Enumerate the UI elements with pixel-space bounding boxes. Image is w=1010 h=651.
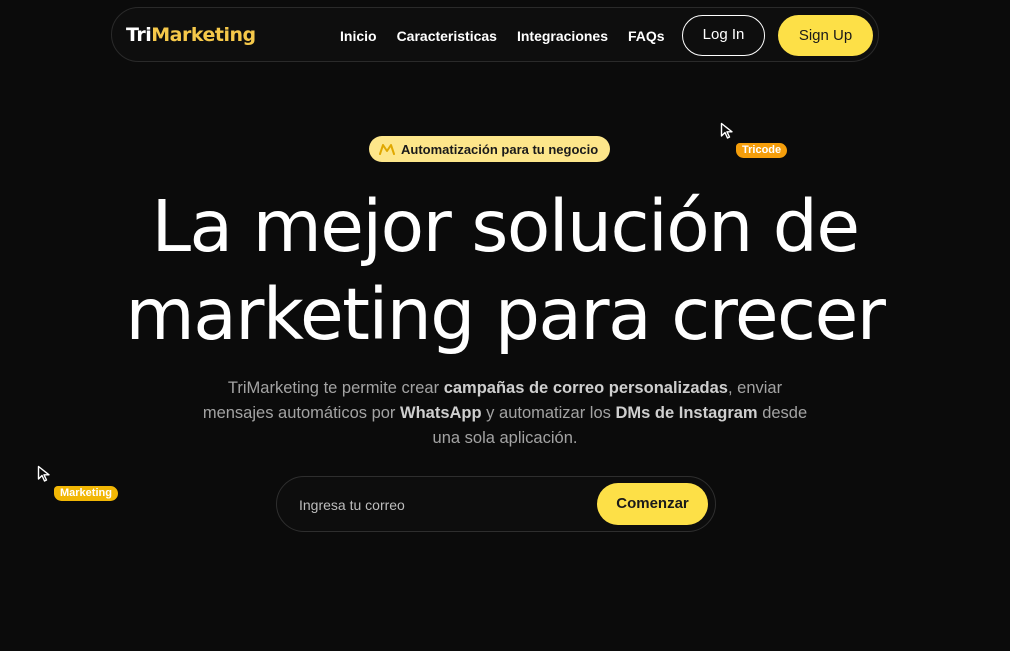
- subtitle-text: y automatizar los: [481, 404, 616, 422]
- nav-link-inicio[interactable]: Inicio: [340, 26, 377, 46]
- hero-badge: Automatización para tu negocio: [369, 136, 611, 162]
- hero-title: La mejor solución de marketing para crec…: [0, 183, 1010, 359]
- nav-link-caracteristicas[interactable]: Caracteristicas: [397, 26, 497, 46]
- megaphone-icon: [379, 144, 395, 155]
- logo-text-tri: Tri: [126, 24, 152, 46]
- nav-links: Inicio Caracteristicas Integraciones FAQ…: [340, 26, 665, 46]
- navbar: TriMarketing Inicio Caracteristicas Inte…: [111, 7, 879, 62]
- subtitle-text: TriMarketing te permite crear: [227, 379, 444, 397]
- logo-text-marketing: Marketing: [151, 24, 256, 46]
- nav-link-integraciones[interactable]: Integraciones: [517, 26, 608, 46]
- signup-button[interactable]: Sign Up: [778, 15, 873, 56]
- subtitle-highlight-campaigns: campañas de correo personalizadas: [443, 379, 728, 397]
- subtitle-highlight-instagram: DMs de Instagram: [615, 404, 758, 422]
- cursor-tag-tricode: Tricode: [736, 143, 788, 158]
- brand-logo[interactable]: TriMarketing: [126, 23, 256, 47]
- nav-link-faqs[interactable]: FAQs: [628, 26, 665, 46]
- cursor-tag-marketing: Marketing: [54, 486, 118, 501]
- hero-subtitle: TriMarketing te permite crear campañas d…: [200, 376, 810, 451]
- login-button[interactable]: Log In: [682, 15, 765, 56]
- email-signup-form: Comenzar: [276, 476, 716, 532]
- email-input[interactable]: [297, 485, 591, 525]
- start-button[interactable]: Comenzar: [597, 483, 708, 525]
- cursor-pointer-icon: [37, 465, 50, 482]
- badge-text: Automatización para tu negocio: [401, 141, 599, 157]
- landing-page: TriMarketing Inicio Caracteristicas Inte…: [0, 0, 1010, 651]
- hero-title-line-1: La mejor solución de: [151, 185, 860, 268]
- cursor-pointer-icon: [720, 122, 733, 139]
- hero-title-line-2: marketing para crecer: [125, 273, 886, 356]
- subtitle-highlight-whatsapp: WhatsApp: [400, 404, 482, 422]
